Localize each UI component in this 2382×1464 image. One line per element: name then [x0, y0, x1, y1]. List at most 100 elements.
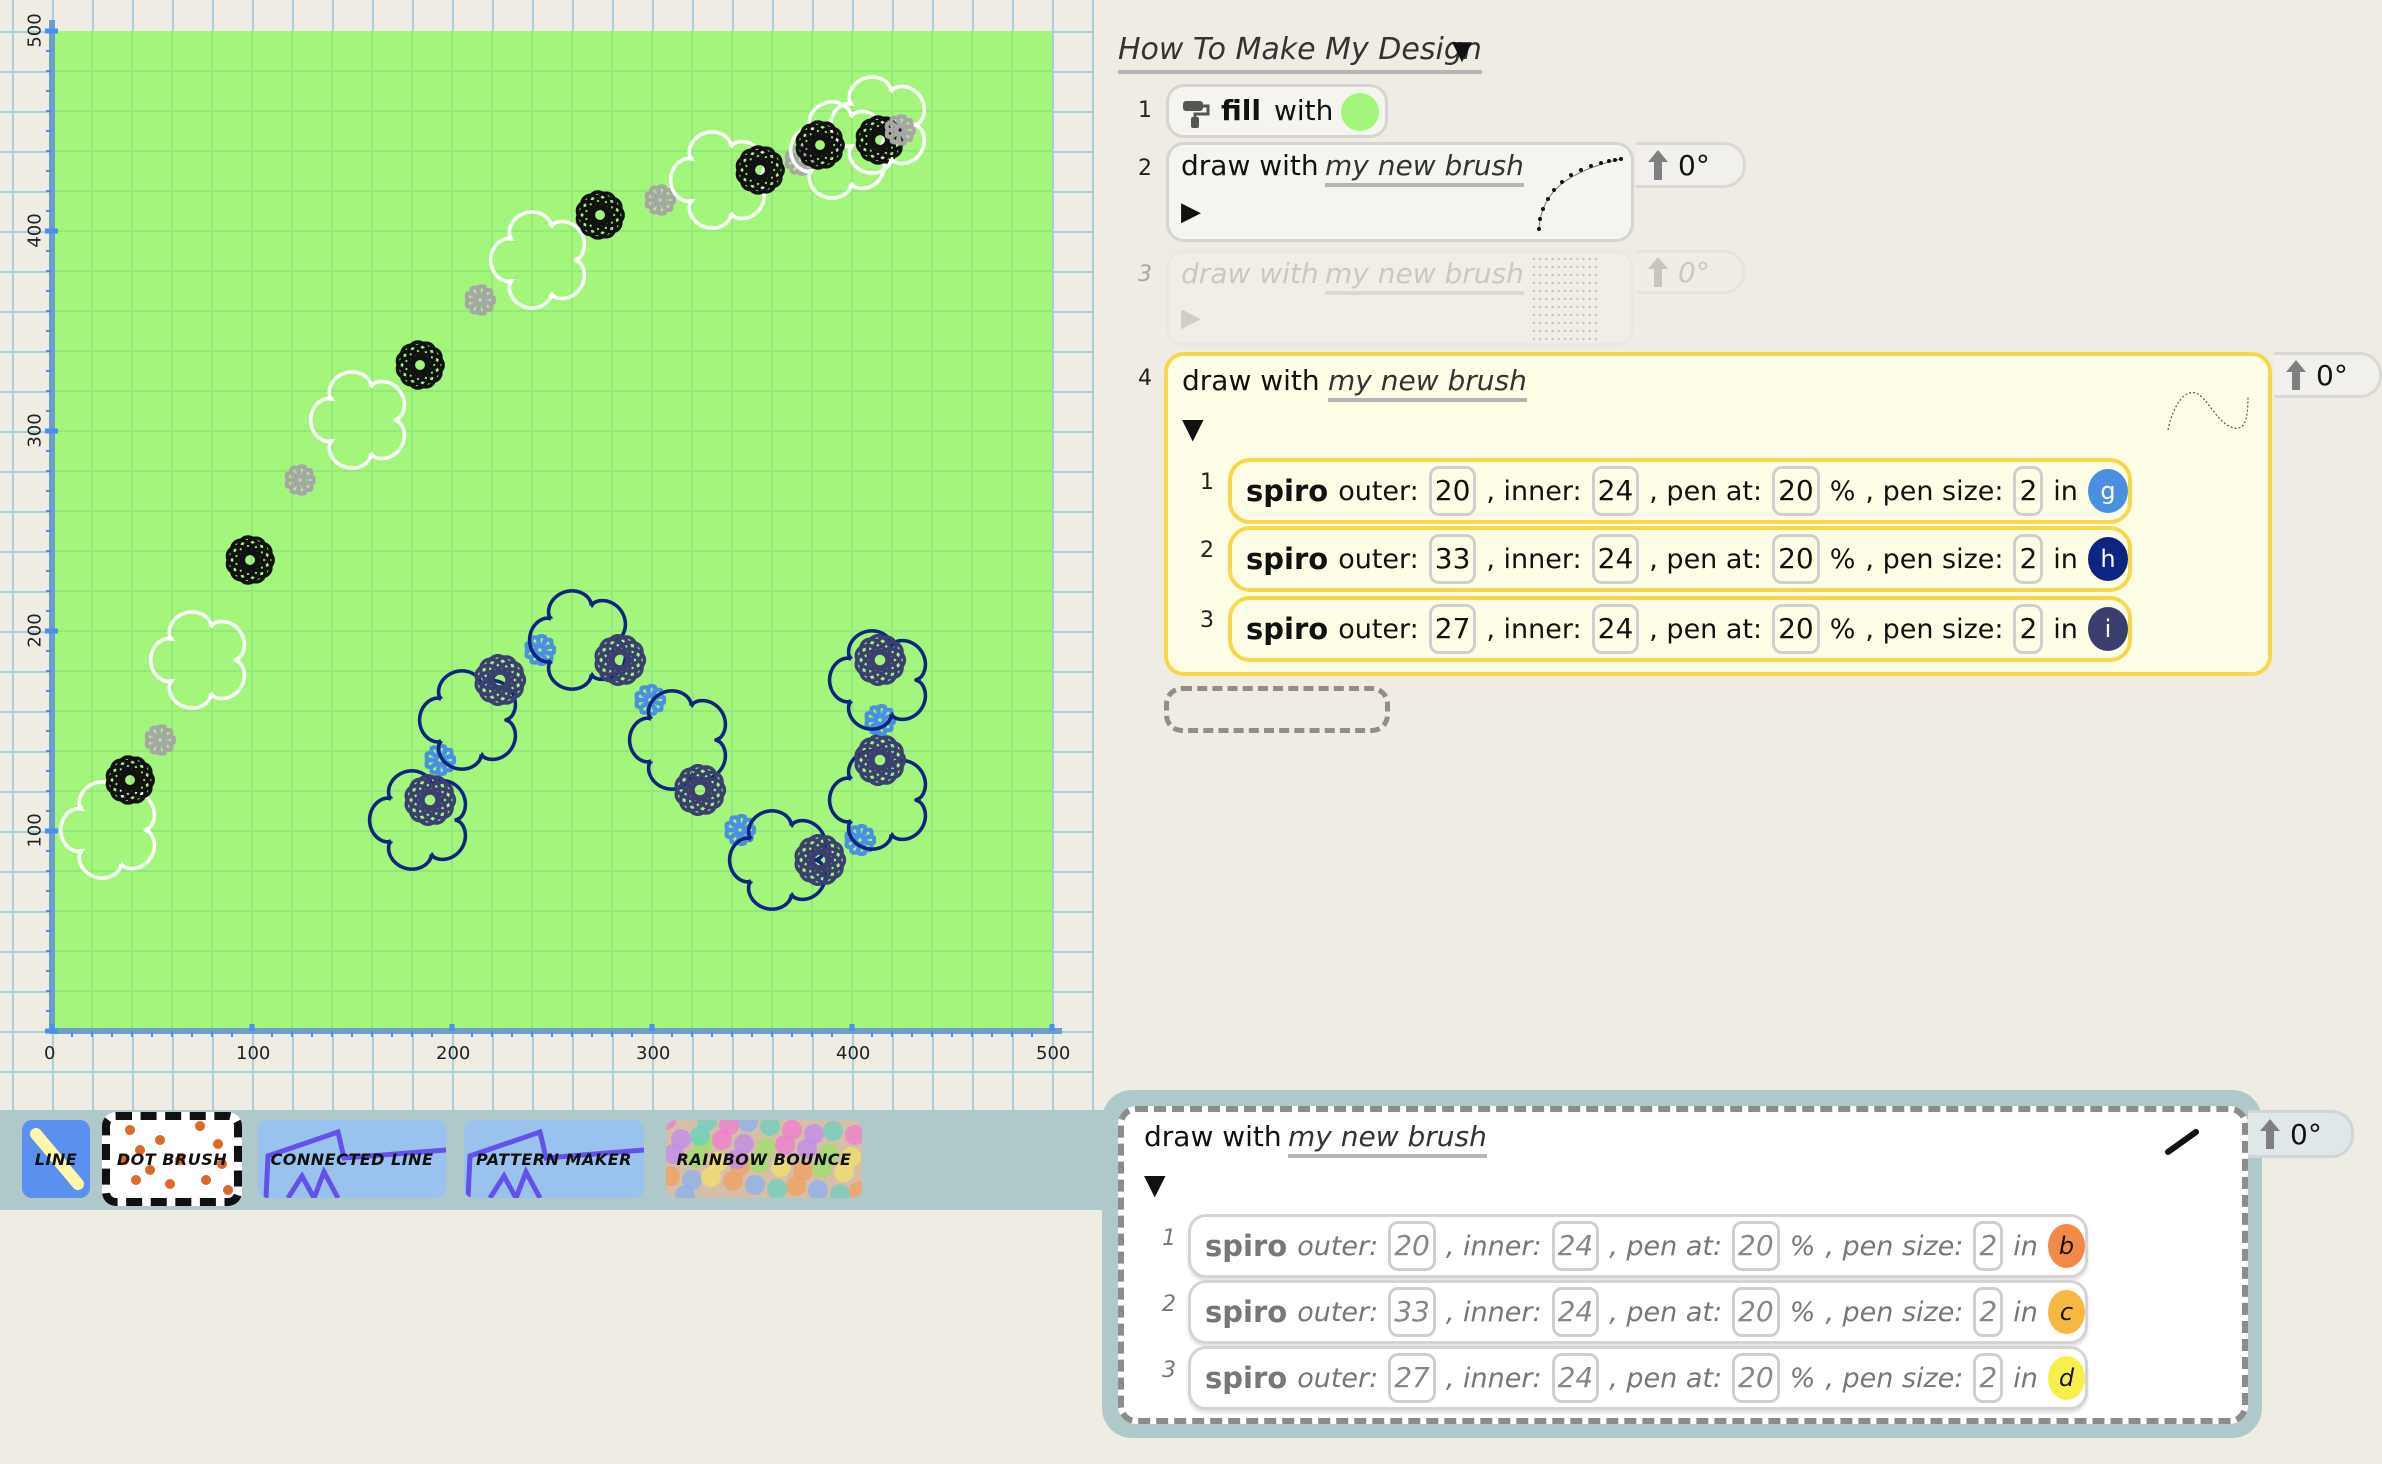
brush-name-link[interactable]: my new brush	[1328, 364, 1527, 402]
fill-step[interactable]: fill with	[1166, 84, 1388, 138]
draw-step[interactable]: draw with my new brush ▶	[1166, 142, 1634, 242]
pattern-dot	[1545, 313, 1548, 317]
brush-label: PATTERN MAKER	[476, 1149, 632, 1169]
rotation-badge[interactable]: 0°	[2274, 352, 2382, 398]
pattern-dot	[1588, 257, 1591, 261]
color-swatch[interactable]: c	[2047, 1290, 2085, 1334]
spiro-block[interactable]: spiro outer: 20 , inner: 24 , pen at: 20…	[1228, 458, 2132, 524]
pattern-dot	[1545, 289, 1548, 293]
draw-step-disabled[interactable]: draw with my new brush ▶	[1166, 250, 1634, 346]
collapse-caret-icon[interactable]: ▼	[1452, 36, 1472, 66]
pen-at-input[interactable]: 20	[1772, 534, 1820, 584]
outer-input[interactable]: 20	[1388, 1221, 1436, 1271]
pattern-dot	[1545, 321, 1548, 325]
color-swatch[interactable]: h	[2087, 537, 2128, 581]
brush-name-link[interactable]: my new brush	[1325, 149, 1524, 187]
pattern-dot	[1545, 329, 1548, 333]
rotation-badge[interactable]: 0°	[1636, 142, 1746, 188]
pattern-dot	[1532, 265, 1536, 269]
pen-size-input[interactable]: 2	[2013, 466, 2044, 516]
outer-input[interactable]: 33	[1388, 1287, 1436, 1337]
pattern-dot	[1576, 289, 1579, 293]
expand-caret-icon[interactable]: ▶	[1181, 195, 1201, 229]
pen-at-input[interactable]: 20	[1772, 604, 1820, 654]
spiro-block[interactable]: spiro outer: 27 , inner: 24 , pen at: 20…	[1188, 1346, 2088, 1410]
pen-at-input[interactable]: 20	[1732, 1221, 1780, 1271]
pattern-dot	[1539, 273, 1542, 277]
inner-input[interactable]: 24	[1591, 466, 1640, 516]
dot-mark	[213, 1139, 223, 1149]
brush-pattern-maker[interactable]: PATTERN MAKER	[464, 1120, 644, 1198]
in-label: in	[2013, 1230, 2038, 1262]
pattern-dot	[1576, 297, 1579, 301]
brush-line[interactable]: LINE	[22, 1120, 90, 1198]
inner-input[interactable]: 24	[1551, 1287, 1600, 1337]
pen-size-input[interactable]: 2	[2013, 604, 2044, 654]
outer-input[interactable]: 27	[1388, 1353, 1436, 1403]
pattern-dot	[1551, 337, 1554, 341]
pattern-dot	[1582, 281, 1585, 285]
color-swatch[interactable]: d	[2047, 1356, 2085, 1400]
inner-input[interactable]: 24	[1591, 534, 1640, 584]
step-number: 1	[1138, 98, 1152, 123]
outer-label: outer:	[1297, 1296, 1379, 1328]
arrow-up-icon	[1648, 257, 1668, 287]
percent-label: %	[1829, 613, 1856, 645]
inner-input[interactable]: 24	[1591, 604, 1640, 654]
empty-step-drop-slot[interactable]	[1164, 686, 1390, 733]
brush-dot-brush[interactable]: DOT BRUSH	[102, 1112, 242, 1206]
color-swatch[interactable]: b	[2047, 1224, 2085, 1268]
brush-connected-line[interactable]: CONNECTED LINE	[258, 1120, 446, 1198]
brush-name-link[interactable]: my new brush	[1325, 257, 1524, 295]
inner-input[interactable]: 24	[1551, 1353, 1600, 1403]
drawing-canvas[interactable]	[52, 31, 1052, 1031]
rotation-badge[interactable]: 0°	[2248, 1110, 2354, 1158]
brush-rainbow-bounce[interactable]: RAINBOW BOUNCE	[666, 1120, 862, 1198]
pen-at-input[interactable]: 20	[1732, 1353, 1780, 1403]
spiro-block[interactable]: spiro outer: 20 , inner: 24 , pen at: 20…	[1188, 1214, 2088, 1278]
percent-label: %	[1829, 543, 1856, 575]
color-swatch[interactable]: g	[2087, 469, 2128, 513]
spiro-block[interactable]: spiro outer: 33 , inner: 24 , pen at: 20…	[1228, 526, 2132, 592]
rainbow-dot	[849, 1181, 862, 1198]
rotation-badge[interactable]: 0°	[1636, 250, 1746, 294]
pen-at-input[interactable]: 20	[1772, 466, 1820, 516]
inner-label: , inner:	[1445, 1230, 1542, 1262]
rainbow-dot	[690, 1126, 710, 1146]
pattern-dot	[1532, 289, 1536, 293]
outer-input[interactable]: 33	[1428, 534, 1477, 584]
pattern-dot	[1570, 297, 1573, 301]
pattern-dot	[1563, 257, 1567, 261]
outer-label: outer:	[1338, 475, 1419, 507]
pattern-dot	[1545, 337, 1548, 341]
pen-size-label: , pen size:	[1865, 543, 2004, 575]
pattern-dot	[1551, 321, 1554, 325]
collapse-caret-icon[interactable]: ▼	[1182, 412, 1204, 446]
x-tick-label: 100	[236, 1043, 271, 1064]
spiro-block[interactable]: spiro outer: 33 , inner: 24 , pen at: 20…	[1188, 1280, 2088, 1344]
script-title[interactable]: How To Make My Design	[1118, 30, 1482, 74]
spiro-block[interactable]: spiro outer: 27 , inner: 24 , pen at: 20…	[1228, 596, 2132, 662]
pattern-dot	[1582, 273, 1585, 277]
pattern-dot	[1594, 281, 1598, 285]
pen-size-input[interactable]: 2	[2013, 534, 2044, 584]
pen-at-input[interactable]: 20	[1732, 1287, 1780, 1337]
brush-name-link[interactable]: my new brush	[1288, 1120, 1487, 1158]
outer-input[interactable]: 20	[1428, 466, 1477, 516]
canvas-drawing[interactable]	[52, 31, 1052, 1031]
outer-input[interactable]: 27	[1428, 604, 1477, 654]
spiro-label: spiro	[1205, 1229, 1288, 1263]
pattern-dot	[1551, 313, 1554, 317]
inner-label: , inner:	[1486, 543, 1582, 575]
fill-color-swatch[interactable]	[1341, 93, 1379, 131]
color-swatch[interactable]: i	[2087, 607, 2128, 651]
pen-size-input[interactable]: 2	[1973, 1287, 2004, 1337]
expand-caret-icon[interactable]: ▶	[1181, 301, 1201, 335]
collapse-caret-icon[interactable]: ▼	[1144, 1168, 1166, 1202]
inner-input[interactable]: 24	[1551, 1221, 1600, 1271]
spiro-number: 1	[1200, 470, 1214, 495]
rotation-angle: 0°	[1678, 255, 1710, 289]
rainbow-dot	[723, 1171, 743, 1191]
pen-size-input[interactable]: 2	[1973, 1221, 2004, 1271]
pen-size-input[interactable]: 2	[1973, 1353, 2004, 1403]
